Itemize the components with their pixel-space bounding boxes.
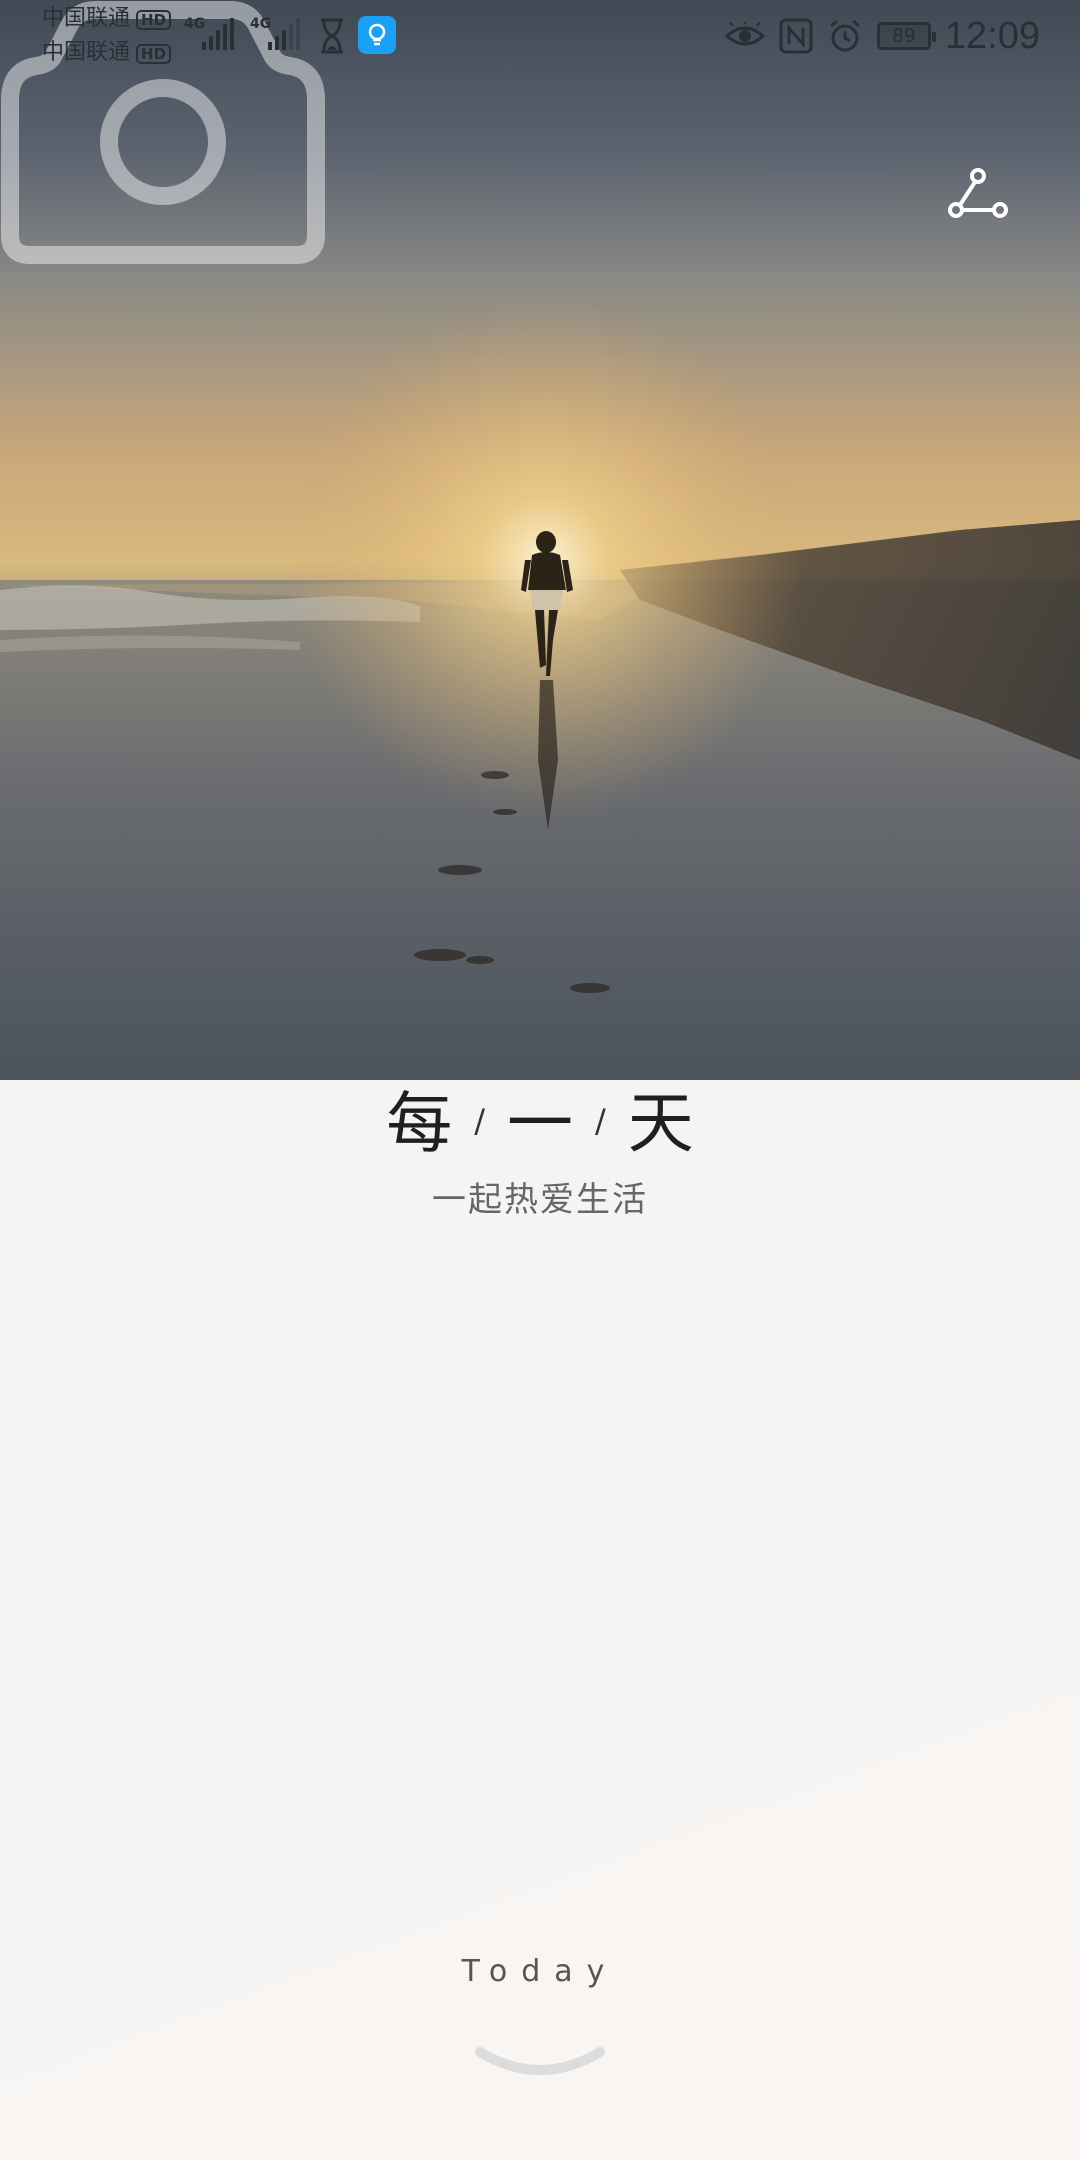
carrier-2-label: 中国联通 bbox=[42, 40, 131, 65]
carrier-1-label: 中国联通 bbox=[42, 6, 131, 31]
title-separator-2: / bbox=[595, 1102, 606, 1140]
share-icon[interactable] bbox=[948, 166, 1008, 226]
page-subtitle: 一起热爱生活 bbox=[432, 1180, 648, 1220]
hd-badge-1: HD bbox=[136, 10, 172, 30]
hd-badge-2: HD bbox=[136, 44, 172, 64]
page-title: 每 / 一 / 天 bbox=[0, 1070, 1080, 1166]
nfc-icon bbox=[779, 18, 813, 54]
battery-level: 89 bbox=[891, 25, 916, 47]
signal-icon-1 bbox=[202, 18, 234, 50]
tips-app-icon bbox=[358, 16, 396, 54]
battery-indicator: 89 bbox=[876, 22, 936, 50]
eye-comfort-icon bbox=[724, 22, 765, 46]
title-separator-1: / bbox=[474, 1102, 485, 1140]
title-char-2: 一 bbox=[507, 1085, 573, 1162]
smile-arc-icon[interactable] bbox=[470, 2040, 610, 2090]
today-label[interactable]: Today bbox=[0, 1954, 1080, 1989]
title-char-3: 天 bbox=[627, 1085, 694, 1162]
clock: 12:09 bbox=[944, 14, 1040, 57]
status-right: 89 12:09 bbox=[724, 12, 1040, 60]
signal-icon-2 bbox=[268, 18, 300, 50]
title-char-1: 每 bbox=[386, 1085, 453, 1162]
status-bar: 中国联通 HD 中国联通 HD 4G 4G 89 12:09 bbox=[0, 0, 1080, 72]
alarm-icon bbox=[829, 19, 860, 52]
hourglass-icon bbox=[321, 18, 343, 54]
hero-image bbox=[0, 0, 1080, 1080]
carrier-2: 中国联通 HD bbox=[42, 38, 172, 68]
carrier-1: 中国联通 HD bbox=[42, 4, 172, 34]
